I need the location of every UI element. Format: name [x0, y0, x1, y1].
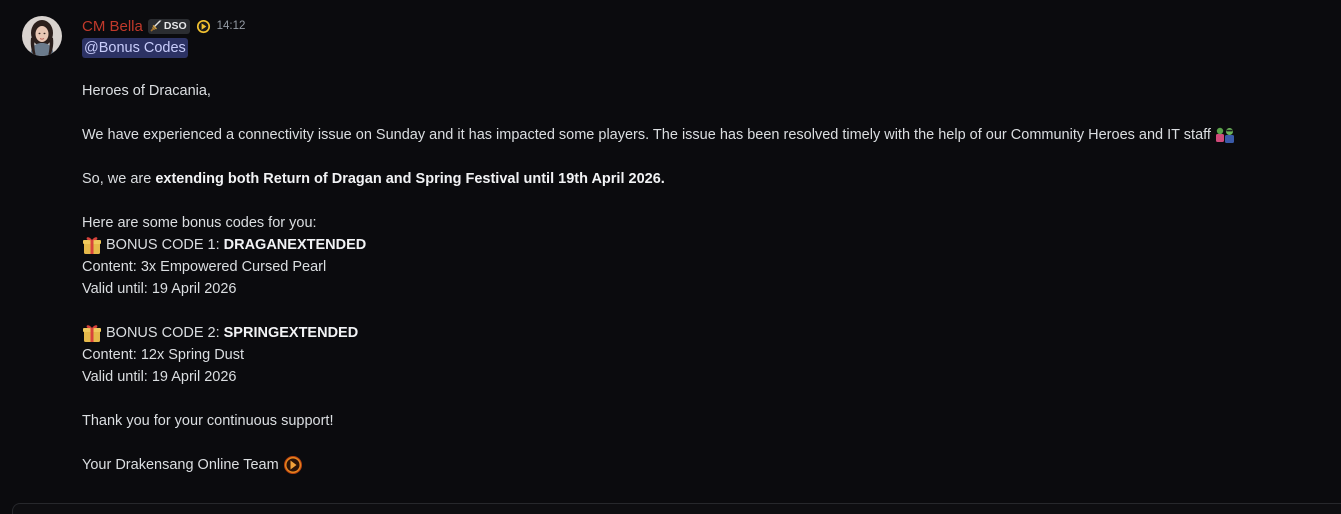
- extend-bold: extending both Return of Dragan and Spri…: [155, 171, 665, 187]
- greeting-line: Heroes of Dracania,: [82, 83, 211, 99]
- avatar[interactable]: [22, 16, 62, 56]
- sword-icon: [150, 20, 162, 32]
- code1-line: BONUS CODE 1: DRAGANEXTENDED: [82, 234, 1332, 256]
- signoff-line: Your Drakensang Online Team: [82, 454, 1332, 476]
- code2-value: SPRINGEXTENDED: [223, 325, 359, 341]
- pepe-heroes-emoji[interactable]: [1215, 125, 1235, 145]
- extend-line: So, we are extending both Return of Drag…: [82, 168, 1332, 190]
- code1-prefix: BONUS CODE 1:: [106, 237, 224, 253]
- next-message-divider: [12, 503, 1341, 514]
- code2-line: BONUS CODE 2: SPRINGEXTENDED: [82, 322, 1332, 344]
- code2-valid: Valid until: 19 April 2026: [82, 369, 237, 385]
- message-content: Heroes of Dracania, We have experienced …: [82, 80, 1332, 476]
- message: CM Bella DSO 14:12 @Bonus Codes Heroes o…: [0, 0, 1341, 514]
- gift-icon: [83, 237, 101, 254]
- author-name[interactable]: CM Bella: [82, 18, 143, 35]
- extend-prefix: So, we are: [82, 171, 156, 187]
- message-header: CM Bella DSO 14:12: [82, 16, 245, 36]
- issue-line: We have experienced a connectivity issue…: [82, 124, 1332, 146]
- code1-content: Content: 3x Empowered Cursed Pearl: [82, 259, 327, 275]
- code1-valid: Valid until: 19 April 2026: [82, 281, 237, 297]
- code2-content: Content: 12x Spring Dust: [82, 347, 245, 363]
- thanks-line: Thank you for your continuous support!: [82, 413, 334, 429]
- server-tag-label: DSO: [163, 19, 187, 32]
- gift-icon: [83, 325, 101, 342]
- server-tag[interactable]: DSO: [147, 18, 190, 34]
- code1-value: DRAGANEXTENDED: [223, 237, 367, 253]
- signoff-text: Your Drakensang Online Team: [82, 457, 279, 473]
- code2-prefix: BONUS CODE 2:: [106, 325, 224, 341]
- role-mention[interactable]: @Bonus Codes: [82, 38, 188, 58]
- avatar-image: [22, 16, 62, 56]
- drakensang-logo-icon[interactable]: [196, 19, 211, 34]
- codes-intro: Here are some bonus codes for you:: [82, 215, 317, 231]
- issue-text: We have experienced a connectivity issue…: [82, 127, 1211, 143]
- drakensang-logo-icon[interactable]: [283, 455, 303, 475]
- timestamp[interactable]: 14:12: [217, 20, 246, 32]
